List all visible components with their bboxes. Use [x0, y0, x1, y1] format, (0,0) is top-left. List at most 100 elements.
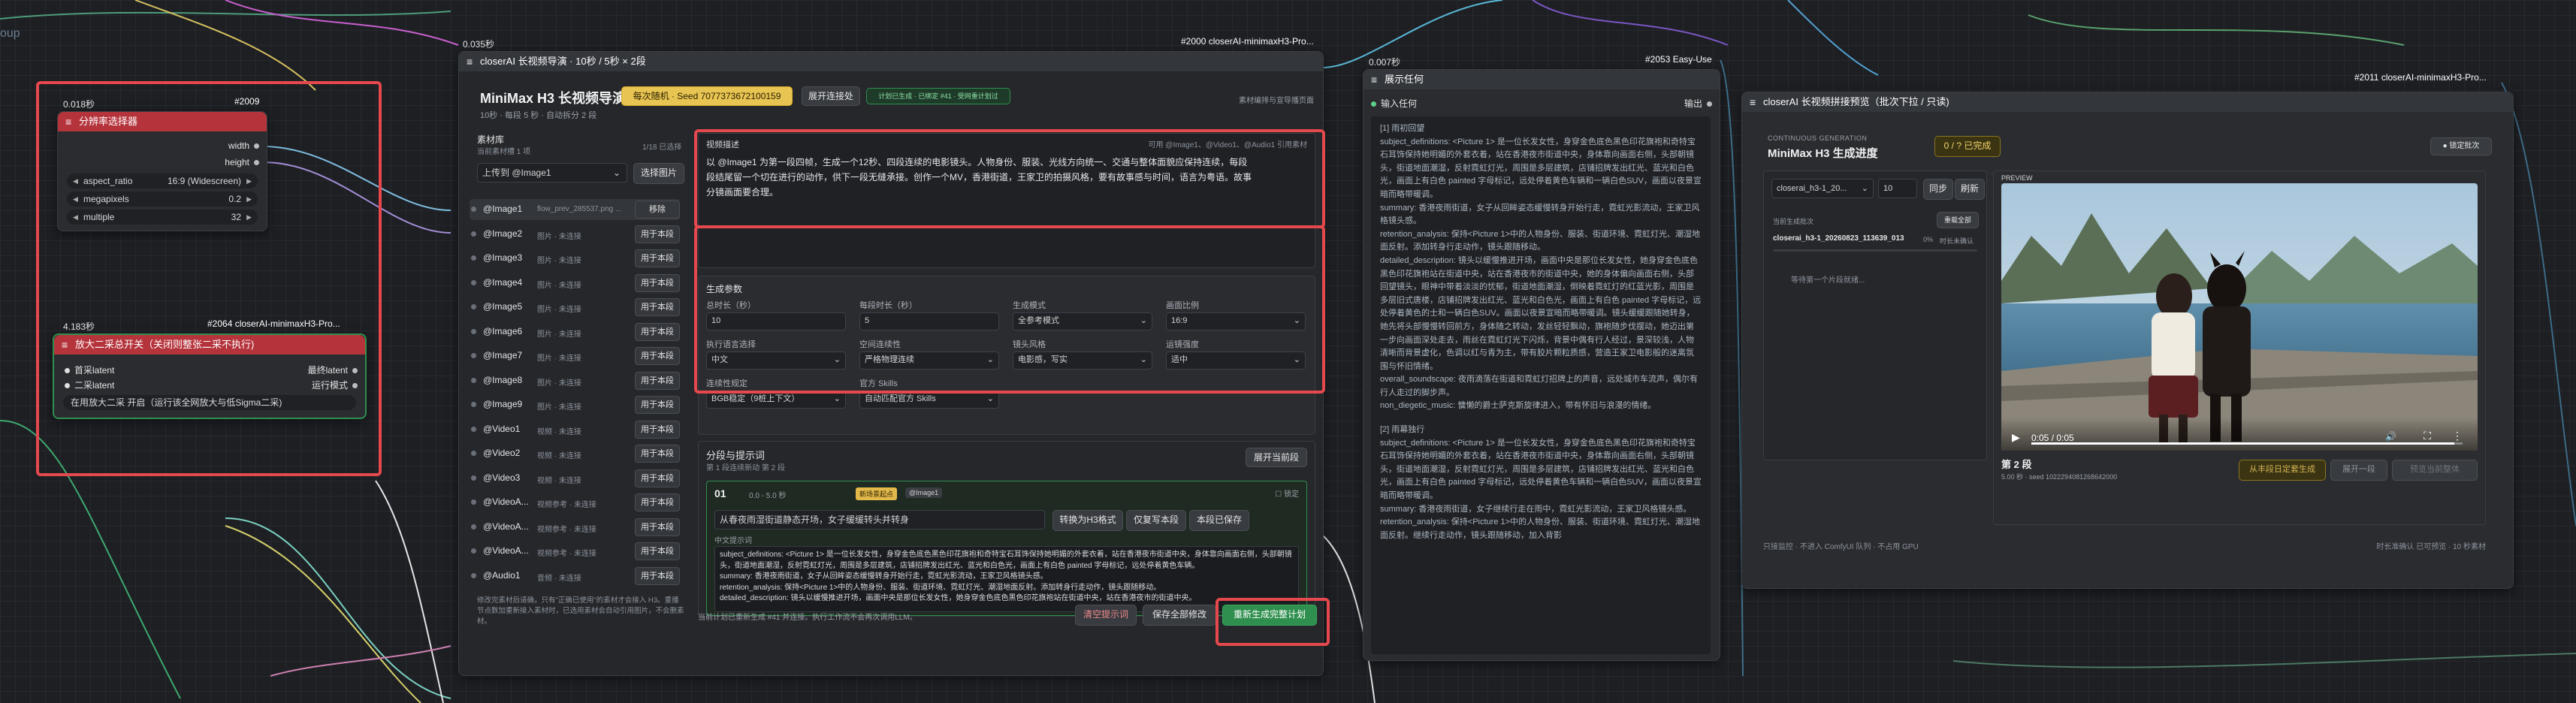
asset-row[interactable]: @VideoA... 视频参考 · 未连接 用于本段 — [470, 517, 680, 538]
asset-sub: 视频参考 · 未连接 — [537, 501, 596, 509]
asset-action-button[interactable]: 用于本段 — [635, 322, 680, 341]
param-number-input[interactable]: 10 — [706, 312, 846, 330]
segment-title-input[interactable]: 从春夜雨湿街道静态开场，女子缓缓转头并转身 — [714, 510, 1045, 530]
param-select[interactable]: 适中 ⌄ — [1166, 352, 1306, 370]
upscale-switch-node[interactable]: 放大二采总开关（关闭则整张二采不执行) 首采latent 二采latent 最终… — [53, 333, 367, 419]
param-select[interactable]: 16:9 ⌄ — [1166, 312, 1306, 330]
asset-row[interactable]: @Video1 视频 · 未连接 用于本段 — [470, 419, 680, 440]
asset-name: @Video3 — [483, 472, 521, 483]
expand-one-button[interactable]: 展开一段 — [2330, 460, 2387, 481]
node-title[interactable]: closerAI 长视频导演 · 10秒 / 5秒 × 2段 — [459, 52, 1323, 71]
asset-row[interactable]: @Image5 图片 · 未连接 用于本段 — [470, 297, 680, 318]
refresh-button[interactable]: 刷新 — [1955, 179, 1985, 200]
upscale-toggle-widget[interactable]: 在用放大二采 开启（运行该全网放大与低Sigma二采) — [63, 395, 356, 410]
input-first-latent[interactable]: 首采latent — [65, 364, 114, 376]
multiple-number[interactable]: ◀ multiple 32 ▶ — [67, 210, 258, 225]
node-title[interactable]: closerAI 长视频拼接预览（批次下拉 / 只读) — [1742, 92, 2513, 112]
video-preview-node[interactable]: closerAI 长视频拼接预览（批次下拉 / 只读) CONTINUOUS G… — [1741, 92, 2514, 589]
asset-row[interactable]: @Image2 图片 · 未连接 用于本段 — [470, 224, 680, 245]
continue-generate-button[interactable]: 从丰段日定套生成 — [2239, 460, 2326, 481]
asset-action-button[interactable]: 用于本段 — [635, 445, 680, 463]
video-progress-track[interactable] — [2031, 442, 2463, 445]
asset-action-button[interactable]: 用于本段 — [635, 493, 680, 511]
volume-icon[interactable]: 🔊 — [2385, 431, 2396, 442]
param-select[interactable]: 电影感，写实 ⌄ — [1013, 352, 1152, 370]
batch-number-input[interactable]: 10 — [1878, 179, 1917, 198]
param-number-input[interactable]: 5 — [859, 312, 999, 330]
long-video-director-node[interactable]: closerAI 长视频导演 · 10秒 / 5秒 × 2段 MiniMax H… — [458, 51, 1324, 676]
asset-row[interactable]: @Image8 图片 · 未连接 用于本段 — [470, 370, 680, 391]
preview-whole-button[interactable]: 预览当前整体 — [2392, 460, 2478, 481]
asset-action-button[interactable]: 移除 — [635, 201, 680, 219]
fullscreen-icon[interactable]: ⛶ — [2423, 430, 2431, 442]
asset-row[interactable]: @Image9 图片 · 未连接 用于本段 — [470, 394, 680, 415]
show-anything-node[interactable]: 展示任何 输入任何 输出 [1] 雨初回望 subject_definition… — [1363, 69, 1720, 661]
megapixels-number[interactable]: ◀ megapixels 0.2 ▶ — [67, 192, 258, 207]
output-final-latent[interactable]: 最终latent — [308, 364, 358, 376]
asset-action-button[interactable]: 用于本段 — [635, 420, 680, 439]
asset-row[interactable]: @Image7 图片 · 未连接 用于本段 — [470, 345, 680, 367]
expand-segment-button[interactable]: 展开当前段 — [1246, 448, 1307, 467]
node-title[interactable]: 展示任何 — [1363, 70, 1720, 89]
reload-all-button[interactable]: 重载全部 — [1937, 212, 1979, 228]
param-select[interactable]: 全参考模式 ⌄ — [1013, 312, 1152, 330]
output-run-mode[interactable]: 运行模式 — [312, 379, 358, 391]
lock-batch-button[interactable]: ● 锁定批次 — [2430, 137, 2492, 155]
input-second-latent[interactable]: 二采latent — [65, 379, 114, 391]
asset-action-button[interactable]: 用于本段 — [635, 347, 680, 365]
regenerate-plan-button[interactable]: 重新生成完整计划 — [1222, 605, 1317, 626]
asset-row[interactable]: @Image6 图片 · 未连接 用于本段 — [470, 321, 680, 342]
sync-button[interactable]: 同步 — [1923, 179, 1953, 200]
lock-checkbox[interactable]: ☐ 锁定 — [1275, 487, 1299, 499]
asset-action-button[interactable]: 用于本段 — [635, 542, 680, 560]
asset-action-button[interactable]: 用于本段 — [635, 396, 680, 414]
asset-row[interactable]: @Image3 图片 · 未连接 用于本段 — [470, 248, 680, 269]
param-select[interactable]: 中文 ⌄ — [706, 352, 846, 370]
segment-saved-button[interactable]: 本段已保存 — [1189, 510, 1249, 531]
file-status: 时长未确认 — [1940, 237, 1974, 245]
save-all-button[interactable]: 保存全部修改 — [1143, 605, 1216, 626]
display-text-area[interactable]: [1] 雨初回望 subject_definitions: <Picture 1… — [1371, 116, 1711, 654]
param-select[interactable]: 严格物理连续 ⌄ — [859, 352, 999, 370]
asset-row[interactable]: @VideoA... 视频参考 · 未连接 用于本段 — [470, 541, 680, 562]
asset-action-button[interactable]: 用于本段 — [635, 517, 680, 536]
resolution-selector-node[interactable]: 分辨率选择器 width height ◀aspect_ratio16:9 (W… — [57, 111, 267, 231]
asset-action-button[interactable]: 用于本段 — [635, 273, 680, 292]
prompt-textarea[interactable]: subject_definitions: <Picture 1> 是一位长发女性… — [714, 546, 1299, 612]
param-select[interactable]: BGB稳定（9桩上下文） ⌄ — [706, 391, 846, 409]
more-options-icon[interactable]: ⋮ — [2452, 430, 2463, 442]
script-textarea[interactable]: 以 @Image1 为第一段四帧，生成一个12秒、四段连续的电影镜头。人物身份、… — [706, 155, 1255, 200]
upload-target-select[interactable]: 上传到 @Image1 ⌄ — [477, 163, 627, 183]
asset-action-button[interactable]: 用于本段 — [635, 469, 680, 487]
asset-action-button[interactable]: 用于本段 — [635, 298, 680, 316]
clear-prompts-button[interactable]: 清空提示词 — [1075, 605, 1137, 626]
batch-select[interactable]: closerai_h3-1_20... ⌄ — [1771, 179, 1874, 198]
asset-row[interactable]: @Image1 flow_prev_285537.png ... 移除 — [470, 199, 680, 220]
segment-card[interactable]: 01 0.0 - 5.0 秒 新场景起点 @Image1 ☐ 锁定 从春夜雨湿街… — [706, 481, 1307, 616]
segments-title: 分段与提示词 — [706, 450, 766, 461]
convert-h3-button[interactable]: 转换为H3格式 — [1052, 510, 1123, 531]
output-height[interactable]: height — [225, 157, 259, 167]
rewrite-segment-button[interactable]: 仅复写本段 — [1126, 510, 1186, 531]
node-title[interactable]: 分辨率选择器 — [58, 112, 267, 131]
asset-row[interactable]: @VideoA... 视频参考 · 未连接 用于本段 — [470, 492, 680, 513]
choose-image-button[interactable]: 选择图片 — [633, 163, 684, 184]
asset-row[interactable]: @Audio1 音频 · 未连接 用于本段 — [470, 566, 680, 587]
play-icon[interactable]: ▶ — [2012, 431, 2020, 444]
input-anything[interactable]: 输入任何 — [1371, 97, 1417, 110]
asset-action-button[interactable]: 用于本段 — [635, 566, 680, 585]
asset-action-button[interactable]: 用于本段 — [635, 225, 680, 243]
output-slot[interactable]: 输出 — [1684, 97, 1712, 110]
asset-row[interactable]: @Video2 视频 · 未连接 用于本段 — [470, 443, 680, 464]
asset-action-button[interactable]: 用于本段 — [635, 371, 680, 390]
seed-button[interactable]: 每次随机 · Seed 7077373672100159 — [621, 86, 793, 106]
param-select[interactable]: 自动匹配官方 Skills ⌄ — [859, 391, 999, 409]
aspect-ratio-combo[interactable]: ◀ aspect_ratio 16:9 (Widescreen) ▶ — [67, 173, 258, 189]
asset-row[interactable]: @Image4 图片 · 未连接 用于本段 — [470, 273, 680, 294]
asset-action-button[interactable]: 用于本段 — [635, 249, 680, 267]
output-width[interactable]: width — [228, 140, 259, 151]
video-player[interactable]: ▶ 0:05 / 0:05 🔊 ⛶ ⋮ — [2001, 183, 2478, 451]
node-title[interactable]: 放大二采总开关（关闭则整张二采不执行) — [54, 335, 365, 355]
expand-connections-button[interactable]: 展开连接处 — [802, 86, 860, 106]
asset-row[interactable]: @Video3 视频 · 未连接 用于本段 — [470, 468, 680, 489]
